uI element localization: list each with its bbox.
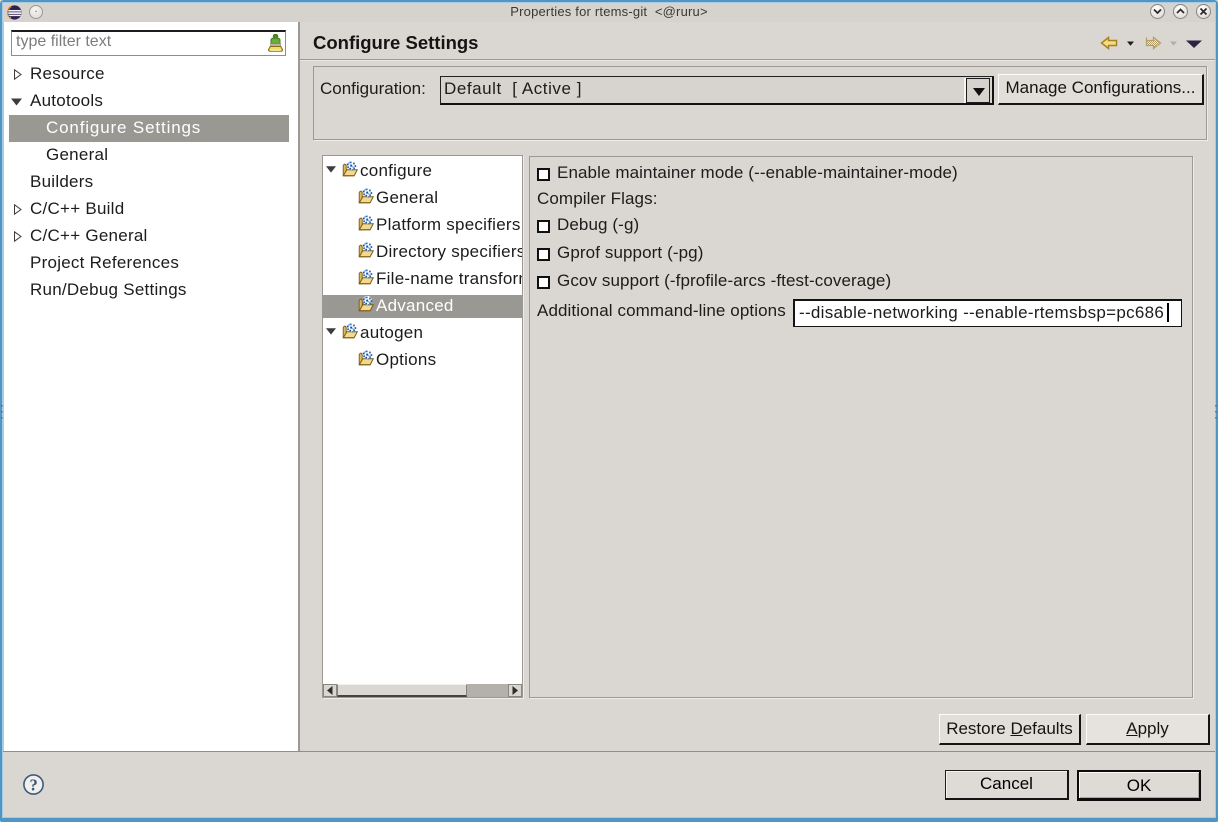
- svg-text:?: ?: [29, 775, 37, 794]
